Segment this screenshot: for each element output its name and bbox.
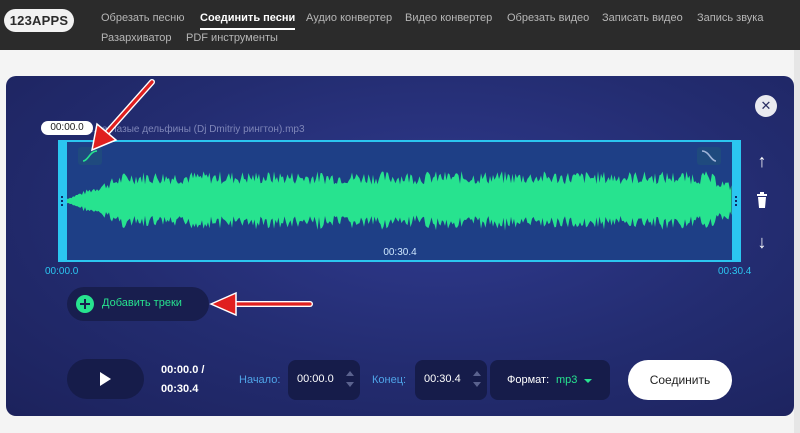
range-end-time: 00:30.4 xyxy=(718,266,752,277)
range-start-time: 00:00.0 xyxy=(45,266,79,277)
end-time-field[interactable]: 00:30.4 xyxy=(415,360,487,400)
start-time-value[interactable]: 00:00.0 xyxy=(297,373,334,385)
start-label: Начало: xyxy=(239,374,281,386)
nav-item-trim-video[interactable]: Обрезать видео xyxy=(507,10,589,26)
join-button[interactable]: Соединить xyxy=(628,360,732,400)
move-up-button[interactable]: ↑ xyxy=(749,148,775,174)
top-header: 123APPS Обрезать песню Соединить песни А… xyxy=(0,0,800,50)
nav-item-record-video[interactable]: Записать видео xyxy=(602,10,683,26)
play-button[interactable] xyxy=(67,359,144,399)
nav-item-video-converter[interactable]: Видео конвертер xyxy=(405,10,492,26)
format-value[interactable]: mp3 xyxy=(556,374,577,386)
logo[interactable]: 123APPS xyxy=(4,9,74,32)
nav-item-record-sound[interactable]: Запись звука xyxy=(697,10,763,26)
format-select[interactable]: Формат: mp3 xyxy=(490,360,610,400)
stepper-down-icon[interactable] xyxy=(473,382,481,387)
handle-grip-icon xyxy=(61,196,64,206)
stepper-up-icon[interactable] xyxy=(473,371,481,376)
audio-waveform xyxy=(67,171,732,231)
nav-item-pdf-tools[interactable]: PDF инструменты xyxy=(186,30,278,46)
track-side-tools: ↑ ↓ xyxy=(749,145,775,263)
plus-circle-icon xyxy=(76,295,94,313)
nav-item-join-songs[interactable]: Соединить песни xyxy=(200,10,296,30)
total-time: 00:30.4 xyxy=(161,383,199,395)
trim-handle-left[interactable] xyxy=(58,140,67,262)
chevron-down-icon xyxy=(584,379,592,383)
nav-item-trim-song[interactable]: Обрезать песню xyxy=(101,10,185,26)
add-tracks-label: Добавить треки xyxy=(102,297,182,309)
handle-grip-icon xyxy=(735,196,738,206)
waveform-shape xyxy=(67,171,732,231)
track-duration: 00:30.4 xyxy=(383,247,417,258)
fade-out-icon xyxy=(701,150,717,162)
arrow-up-icon: ↑ xyxy=(757,151,767,171)
fade-out-button[interactable] xyxy=(697,147,721,165)
nav-row-2: Разархиватор PDF инструменты xyxy=(101,30,791,50)
main-nav: Обрезать песню Соединить песни Аудио кон… xyxy=(101,10,791,50)
page-scrollbar[interactable] xyxy=(794,50,800,433)
fade-in-button[interactable] xyxy=(78,147,102,165)
arrow-down-icon: ↓ xyxy=(757,232,767,252)
current-time: 00:00.0 / xyxy=(161,364,205,376)
move-down-button[interactable]: ↓ xyxy=(749,229,775,255)
trash-icon xyxy=(757,192,767,208)
playhead-time-tooltip: 00:00.0 xyxy=(41,121,93,135)
end-time-value[interactable]: 00:30.4 xyxy=(424,373,461,385)
stepper-down-icon[interactable] xyxy=(346,382,354,387)
track-filename: ...неглазые дельфины (Dj Dmitriy рингтон… xyxy=(88,124,305,135)
fade-in-icon xyxy=(82,150,98,162)
trim-handle-right[interactable] xyxy=(732,140,741,262)
format-label: Формат: xyxy=(507,374,550,386)
end-label: Конец: xyxy=(372,374,407,386)
stepper-up-icon[interactable] xyxy=(346,371,354,376)
nav-item-audio-converter[interactable]: Аудио конвертер xyxy=(306,10,392,26)
play-icon xyxy=(100,372,111,386)
add-tracks-button[interactable]: Добавить треки xyxy=(67,287,209,321)
end-time-stepper[interactable] xyxy=(473,369,481,391)
nav-item-unarchiver[interactable]: Разархиватор xyxy=(101,30,172,46)
delete-track-button[interactable] xyxy=(749,188,775,214)
start-time-stepper[interactable] xyxy=(346,369,354,391)
nav-row-1: Обрезать песню Соединить песни Аудио кон… xyxy=(101,10,791,30)
close-button[interactable]: ✕ xyxy=(755,95,777,117)
start-time-field[interactable]: 00:00.0 xyxy=(288,360,360,400)
